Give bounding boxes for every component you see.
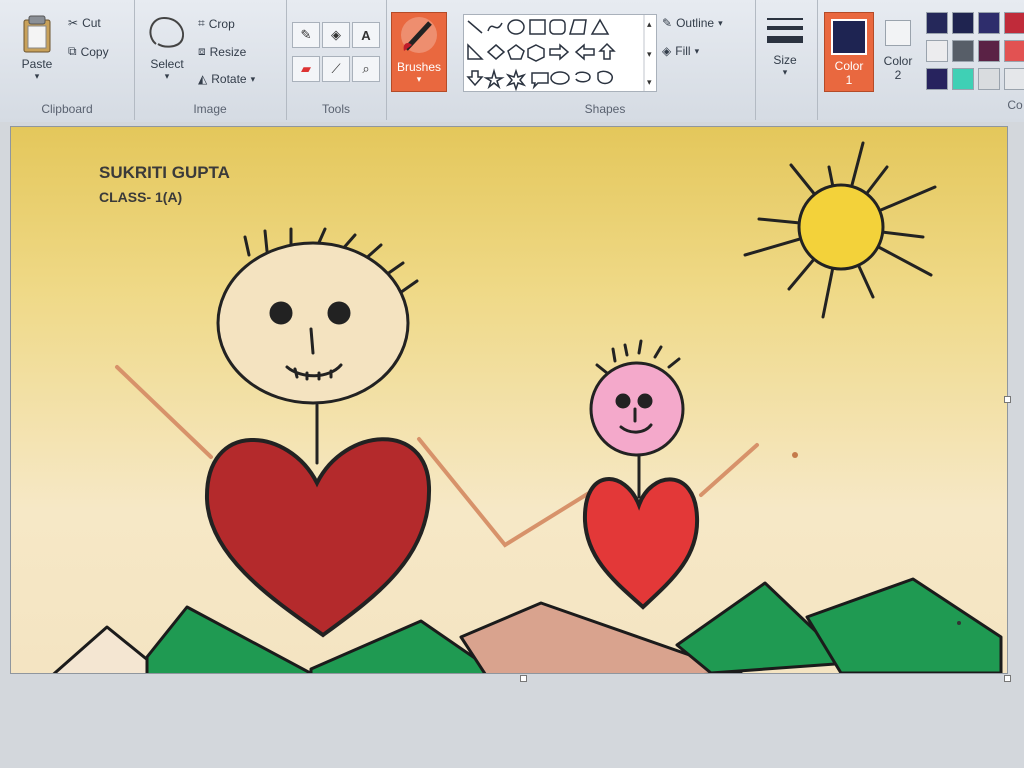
resize-icon: ⧈ bbox=[198, 44, 206, 58]
magnifier-icon: ⌕ bbox=[362, 61, 370, 76]
rotate-button[interactable]: ◭ Rotate ▾ bbox=[198, 72, 255, 86]
scissors-icon: ✂ bbox=[68, 16, 79, 30]
chevron-down-icon: ▾ bbox=[782, 67, 788, 77]
crop-label: Crop bbox=[208, 16, 235, 31]
color1-button[interactable]: Color 1 bbox=[824, 12, 874, 92]
line-size-icon bbox=[767, 18, 803, 43]
eraser-icon: ▰ bbox=[301, 61, 311, 76]
image-group-label: Image bbox=[193, 102, 227, 116]
fill-label: Fill bbox=[675, 44, 691, 58]
size-label: Size bbox=[773, 53, 797, 67]
outline-icon: ✎ bbox=[662, 16, 673, 30]
palette-swatch[interactable] bbox=[952, 40, 974, 62]
outline-label: Outline bbox=[676, 16, 715, 30]
palette-swatch[interactable] bbox=[978, 40, 1000, 62]
shapes-gallery-icons: ▴ ▾ ▾ bbox=[466, 15, 652, 91]
palette-swatch[interactable] bbox=[926, 40, 948, 62]
fill-button[interactable]: ◈ Fill ▾ bbox=[662, 44, 699, 58]
rotate-icon: ◭ bbox=[198, 72, 208, 86]
drawing-artwork bbox=[52, 141, 1003, 673]
fill-bucket-icon: ◈ bbox=[662, 44, 672, 58]
resize-button[interactable]: ⧈ Resize bbox=[198, 44, 246, 59]
colors-group-label: Co bbox=[1007, 98, 1023, 112]
lasso-select-icon bbox=[149, 16, 184, 48]
resize-label: Resize bbox=[209, 44, 247, 59]
color2-swatch bbox=[885, 20, 911, 46]
crop-button[interactable]: ⌗ Crop bbox=[198, 16, 235, 31]
color2-label: Color bbox=[883, 54, 913, 68]
color1-label: Color bbox=[834, 59, 864, 73]
rotate-label: Rotate bbox=[211, 72, 247, 86]
magnifier-tool[interactable]: ⌕ bbox=[352, 56, 380, 82]
canvas-resize-handle-right[interactable] bbox=[1004, 396, 1011, 403]
chevron-down-icon: ▾ bbox=[694, 45, 700, 56]
clipboard-group-label: Clipboard bbox=[41, 102, 93, 116]
paste-label: Paste bbox=[21, 57, 53, 71]
chevron-down-icon: ▾ bbox=[416, 74, 422, 84]
palette-swatch[interactable] bbox=[1004, 12, 1024, 34]
fill-tool[interactable]: ◈ bbox=[322, 22, 350, 48]
chevron-down-icon: ▾ bbox=[164, 71, 170, 81]
copy-icon: ⧉ bbox=[68, 44, 77, 58]
size-button[interactable]: Size ▾ bbox=[762, 14, 808, 78]
color1-num: 1 bbox=[845, 73, 853, 87]
pencil-tool[interactable]: ✎ bbox=[292, 22, 320, 48]
eraser-tool[interactable]: ▰ bbox=[292, 56, 320, 82]
color1-swatch bbox=[831, 19, 867, 55]
chevron-down-icon: ▾ bbox=[34, 71, 40, 81]
copy-button[interactable]: ⧉ Copy bbox=[68, 44, 109, 59]
canvas-resize-handle-bottom[interactable] bbox=[520, 675, 527, 682]
pencil-icon: ✎ bbox=[300, 27, 312, 42]
big-figure bbox=[115, 227, 591, 638]
image-group: Select ▾ ⌗ Crop ⧈ Resize ◭ Rotate ▾ Imag… bbox=[134, 0, 287, 120]
tools-group: ✎ ◈ A ▰ ⟋ ⌕ Tools bbox=[286, 0, 387, 120]
tools-group-label: Tools bbox=[321, 102, 350, 116]
crop-icon: ⌗ bbox=[198, 16, 205, 30]
color2-num: 2 bbox=[894, 68, 902, 82]
select-button[interactable]: Select ▾ bbox=[142, 14, 192, 82]
palette-swatch[interactable] bbox=[926, 68, 948, 90]
copy-label: Copy bbox=[80, 44, 109, 59]
shapes-gallery[interactable]: ▴ ▾ ▾ bbox=[463, 14, 657, 92]
brushes-label: Brushes bbox=[396, 60, 442, 74]
name-text: SUKRITI GUPTA bbox=[99, 163, 230, 182]
chevron-down-icon: ▾ bbox=[718, 17, 723, 28]
color-picker-tool[interactable]: ⟋ bbox=[322, 56, 350, 82]
palette-swatch[interactable] bbox=[952, 68, 974, 90]
eyedropper-icon: ⟋ bbox=[331, 61, 341, 76]
canvas-resize-handle-corner[interactable] bbox=[1004, 675, 1011, 682]
small-figure bbox=[582, 339, 759, 610]
paste-icon bbox=[23, 15, 51, 53]
brush-icon bbox=[401, 17, 437, 53]
cut-button[interactable]: ✂ Cut bbox=[68, 16, 101, 30]
palette-swatch[interactable] bbox=[978, 68, 1000, 90]
palette-swatch[interactable] bbox=[978, 12, 1000, 34]
brushes-button[interactable]: Brushes ▾ bbox=[391, 12, 447, 92]
paint-bucket-icon: ◈ bbox=[331, 27, 341, 42]
text-tool[interactable]: A bbox=[352, 22, 380, 48]
svg-text:▾: ▾ bbox=[647, 50, 652, 60]
svg-text:▾: ▾ bbox=[647, 78, 652, 88]
mountain-green-4 bbox=[805, 577, 1003, 673]
drawing-canvas[interactable]: SUKRITI GUPTA CLASS- 1(A) bbox=[10, 126, 1008, 674]
canvas-area: SUKRITI GUPTA CLASS- 1(A) bbox=[0, 122, 1024, 768]
palette-swatch[interactable] bbox=[1004, 68, 1024, 90]
color2-button[interactable]: Color 2 bbox=[876, 12, 920, 90]
text-icon: A bbox=[361, 27, 371, 43]
clipboard-group: Paste ▾ ✂ Cut ⧉ Copy Clipboard bbox=[0, 0, 135, 120]
ribbon: Paste ▾ ✂ Cut ⧉ Copy Clipboard Select ▾ … bbox=[0, 0, 1024, 123]
paste-button[interactable]: Paste ▾ bbox=[14, 14, 60, 82]
shapes-group-label: Shapes bbox=[584, 102, 626, 116]
select-label: Select bbox=[150, 57, 184, 71]
palette-swatch[interactable] bbox=[952, 12, 974, 34]
class-text: CLASS- 1(A) bbox=[99, 189, 183, 205]
sun bbox=[743, 141, 937, 319]
outline-button[interactable]: ✎ Outline ▾ bbox=[662, 16, 723, 30]
cut-label: Cut bbox=[82, 16, 101, 30]
chevron-down-icon: ▾ bbox=[250, 73, 256, 84]
palette-swatch[interactable] bbox=[1004, 40, 1024, 62]
svg-text:▴: ▴ bbox=[647, 20, 652, 30]
palette-swatch[interactable] bbox=[926, 12, 948, 34]
